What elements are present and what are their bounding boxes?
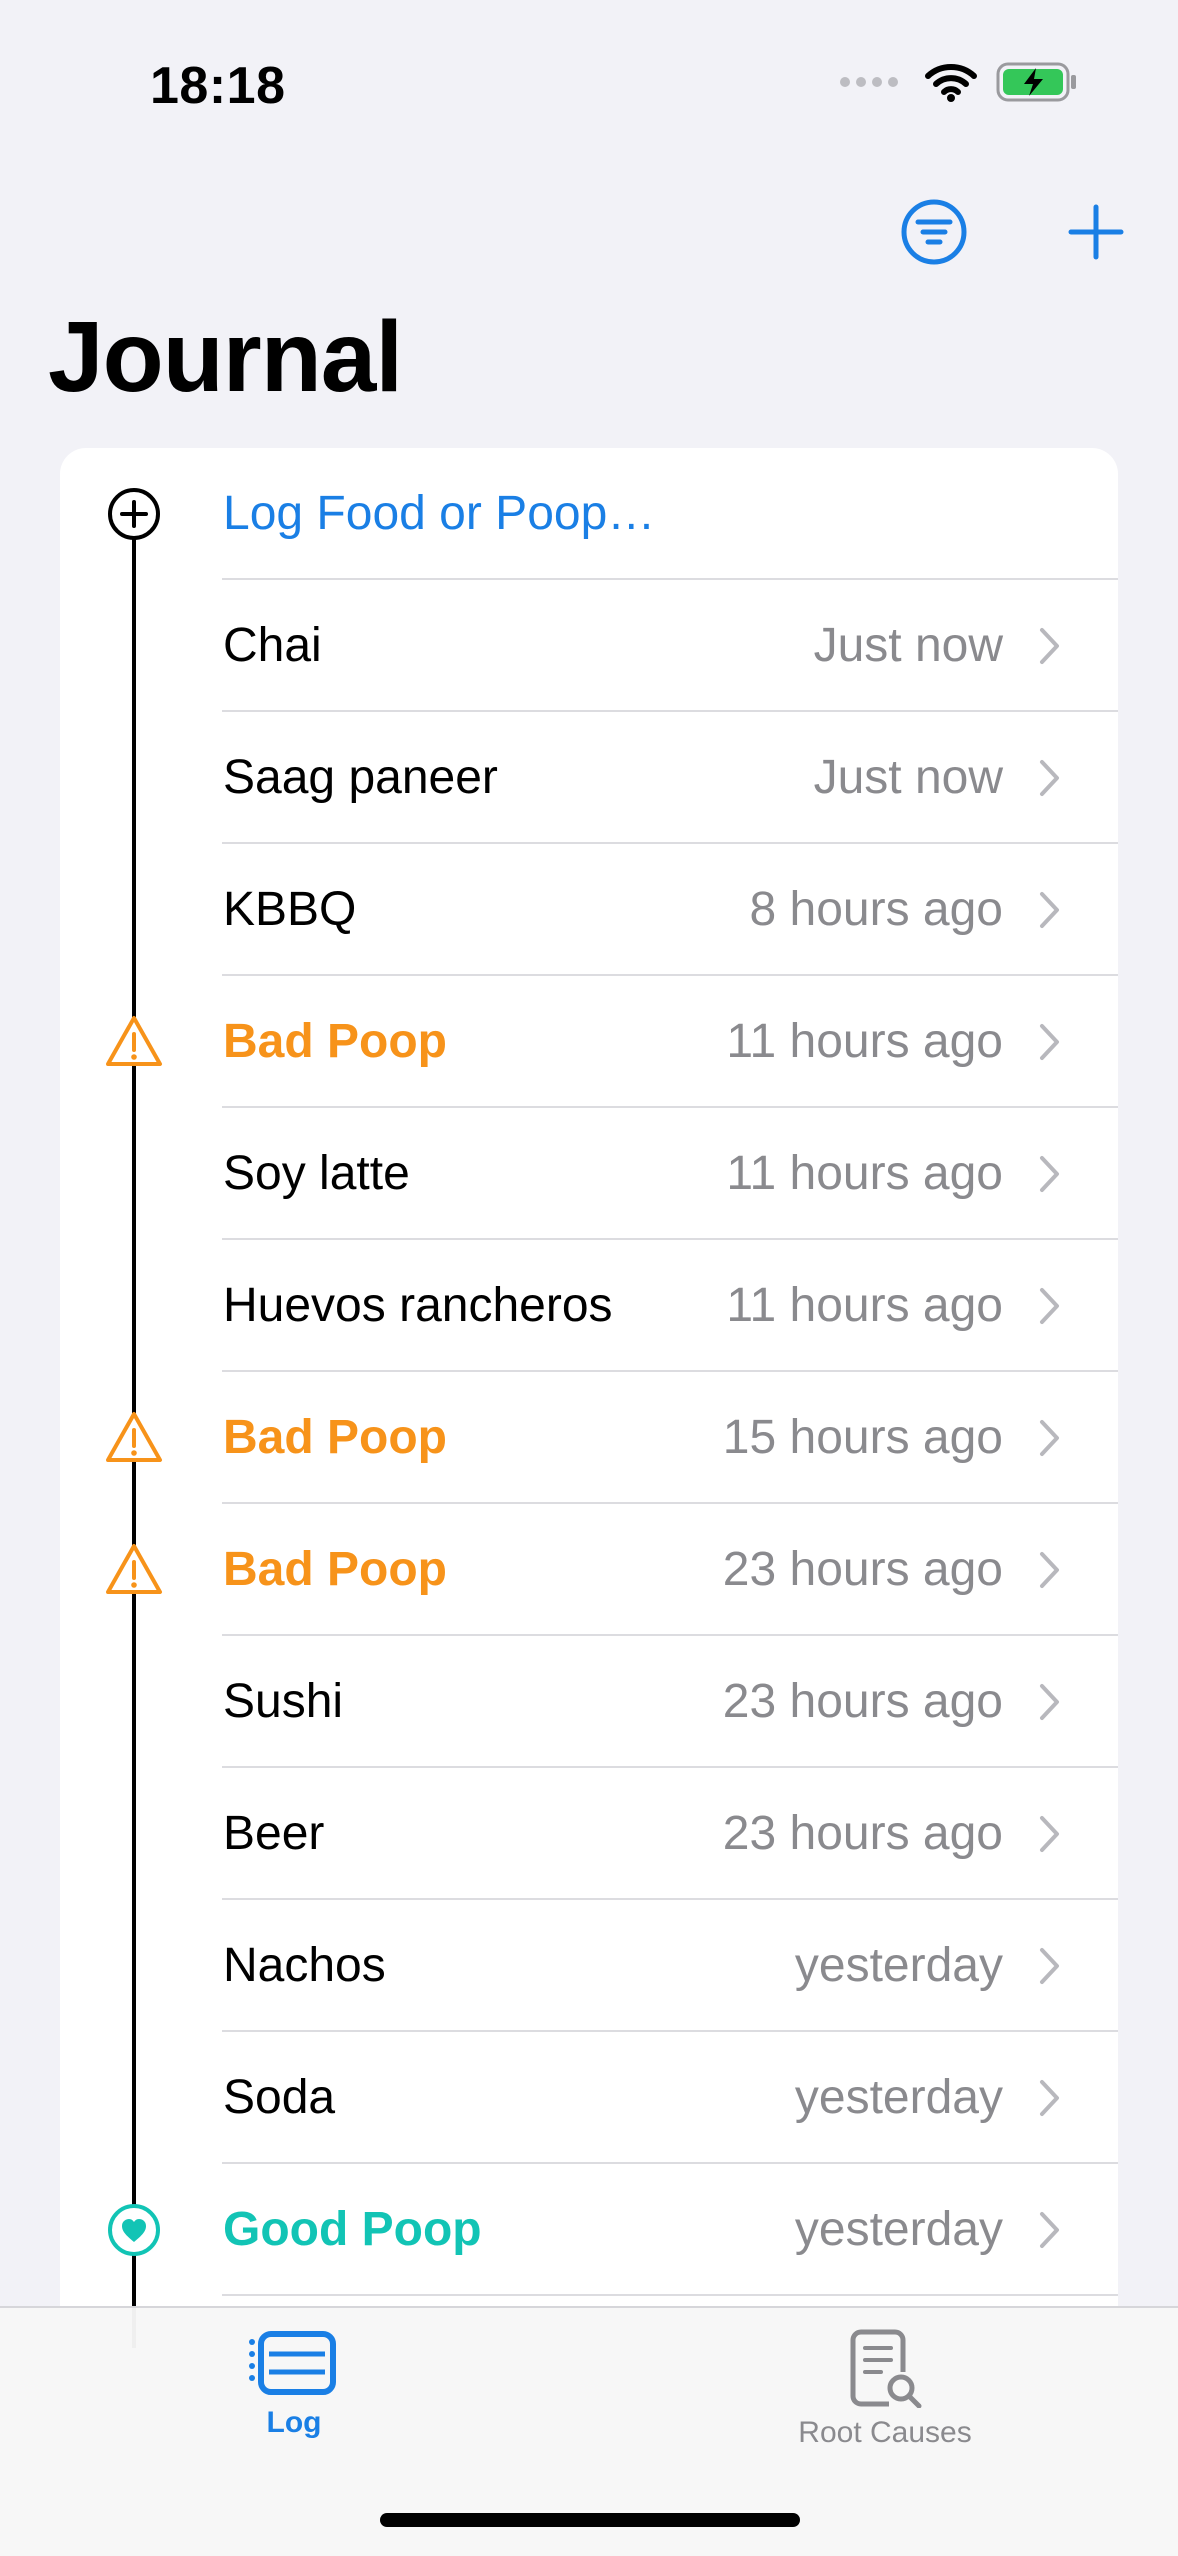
entry-name: Saag paneer [223,751,498,804]
entry-time: 11 hours ago [726,1015,1003,1068]
entry-time: 23 hours ago [722,1675,1003,1728]
chevron-right-icon [1038,626,1062,666]
entry-row-soy-latte[interactable]: Soy latte 11 hours ago [60,1108,1118,1240]
entry-row-good-poop[interactable]: Good Poop yesterday [60,2164,1118,2296]
home-indicator [380,2513,800,2527]
entry-time: 23 hours ago [722,1807,1003,1860]
chevron-right-icon [1038,2078,1062,2118]
chevron-right-icon [1038,1418,1062,1458]
tab-root-causes[interactable]: Root Causes [735,2328,1035,2478]
chevron-right-icon [1038,1814,1062,1854]
entry-name: Soda [223,2071,336,2124]
entry-row-bad-poop[interactable]: Bad Poop 15 hours ago [60,1372,1118,1504]
entry-row-bad-poop[interactable]: Bad Poop 23 hours ago [60,1504,1118,1636]
warning-triangle-icon [104,1410,164,1466]
row-separator [222,2294,1118,2296]
add-button[interactable] [1054,190,1138,274]
chevron-right-icon [1038,1286,1062,1326]
log-food-or-poop-row[interactable]: Log Food or Poop… [60,448,1118,580]
entry-name: Bad Poop [223,1411,447,1464]
entry-name: Good Poop [223,2203,482,2256]
entry-row-sushi[interactable]: Sushi 23 hours ago [60,1636,1118,1768]
chevron-right-icon [1038,890,1062,930]
tab-root-causes-label: Root Causes [798,2416,972,2449]
status-time: 18:18 [150,57,286,115]
entry-time: yesterday [794,2071,1003,2124]
chevron-right-icon [1038,1682,1062,1722]
entry-time: 8 hours ago [749,883,1003,936]
entry-row-beer[interactable]: Beer 23 hours ago [60,1768,1118,1900]
entry-name: Bad Poop [223,1543,447,1596]
entry-time: yesterday [794,1939,1003,1992]
chevron-right-icon [1038,758,1062,798]
entry-row-bad-poop[interactable]: Bad Poop 11 hours ago [60,976,1118,1108]
warning-triangle-icon [104,1542,164,1598]
entry-row-chai[interactable]: Chai Just now [60,580,1118,712]
chevron-right-icon [1038,1550,1062,1590]
entry-row-soda[interactable]: Soda yesterday [60,2032,1118,2164]
entry-name: Sushi [223,1675,344,1728]
entry-time: 23 hours ago [722,1543,1003,1596]
heart-circle-icon [104,2202,164,2258]
log-action-label: Log Food or Poop… [223,487,656,540]
entry-name: Beer [223,1807,325,1860]
entry-time: Just now [813,619,1003,672]
cellular-signal-icon [840,77,898,87]
entry-name: Nachos [223,1939,386,1992]
entry-time: 11 hours ago [726,1279,1003,1332]
filter-circle-icon [901,199,967,265]
tab-log[interactable]: Log [144,2328,444,2478]
doc-magnifyingglass-icon [850,2329,922,2408]
tab-log-label: Log [266,2406,322,2439]
entry-name: Bad Poop [223,1015,447,1068]
entry-time: 15 hours ago [722,1411,1003,1464]
entry-row-nachos[interactable]: Nachos yesterday [60,1900,1118,2032]
entry-time: Just now [813,751,1003,804]
plus-icon [1068,204,1124,260]
plus-circle-icon [104,486,164,542]
filter-button[interactable] [892,190,976,274]
journal-list: Log Food or Poop… Chai Just now Saag panee… [60,448,1118,2348]
screen: 18:18 Journal Log Food or Poop… Chai Jus… [0,0,1178,2556]
entry-name: Chai [223,619,322,672]
list-bullet-rectangle-icon [249,2331,336,2395]
chevron-right-icon [1038,1946,1062,1986]
chevron-right-icon [1038,2210,1062,2250]
entry-name: KBBQ [223,883,357,936]
status-icons [840,62,1078,102]
page-title: Journal [48,301,403,413]
chevron-right-icon [1038,1154,1062,1194]
entry-row-saag-paneer[interactable]: Saag paneer Just now [60,712,1118,844]
entry-time: 11 hours ago [726,1147,1003,1200]
chevron-right-icon [1038,1022,1062,1062]
entry-name: Soy latte [223,1147,410,1200]
wifi-icon [925,64,977,102]
warning-triangle-icon [104,1014,164,1070]
entry-time: yesterday [794,2203,1003,2256]
entry-name: Huevos rancheros [223,1279,613,1332]
entry-row-kbbq[interactable]: KBBQ 8 hours ago [60,844,1118,976]
entry-row-huevos-rancheros[interactable]: Huevos rancheros 11 hours ago [60,1240,1118,1372]
battery-charging-icon [996,62,1076,102]
